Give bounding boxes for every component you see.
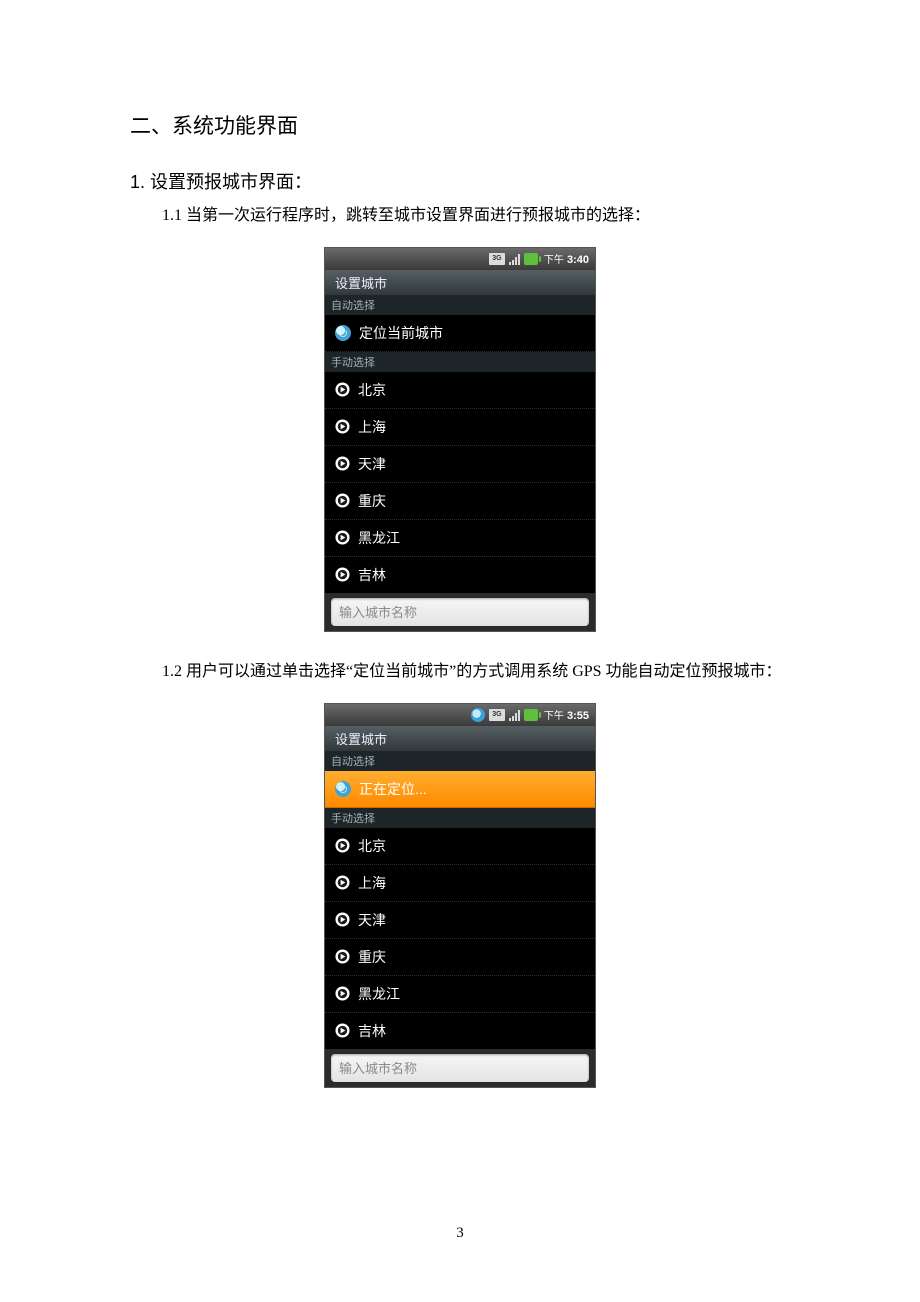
city-label: 重庆 <box>358 947 386 967</box>
paragraph-1-1: 1.1 当第一次运行程序时，跳转至城市设置界面进行预报城市的选择： <box>130 204 790 229</box>
chevron-right-icon <box>335 493 350 508</box>
city-item-heilongjiang[interactable]: 黑龙江 <box>325 976 595 1013</box>
status-bar: 3G 下午 3:55 <box>325 704 595 726</box>
phone-frame: 3G 下午 3:55 设置城市 自动选择 正在定位... 手动选择 <box>324 703 596 1088</box>
city-item-jilin[interactable]: 吉林 <box>325 557 595 593</box>
city-item-tianjin[interactable]: 天津 <box>325 446 595 483</box>
figure-1: 3G 下午 3:40 设置城市 自动选择 定位当前城市 手动选择 <box>130 247 790 632</box>
city-label: 吉林 <box>358 1021 386 1041</box>
gps-icon <box>335 325 351 341</box>
gps-icon <box>335 781 351 797</box>
chevron-right-icon <box>335 875 350 890</box>
signal-icon <box>509 709 520 721</box>
chevron-right-icon <box>335 382 350 397</box>
status-time: 下午 3:40 <box>544 251 589 266</box>
city-item-heilongjiang[interactable]: 黑龙江 <box>325 520 595 557</box>
manual-select-label: 手动选择 <box>325 808 595 828</box>
time-ampm: 下午 <box>544 255 564 266</box>
city-search-input[interactable]: 输入城市名称 <box>331 1054 589 1082</box>
city-list: 北京 上海 天津 重庆 <box>325 372 595 593</box>
city-item-chongqing[interactable]: 重庆 <box>325 483 595 520</box>
status-bar: 3G 下午 3:40 <box>325 248 595 270</box>
paragraph-1-2: 1.2 用户可以通过单击选择“定位当前城市”的方式调用系统 GPS 功能自动定位… <box>130 660 790 685</box>
time-value: 3:40 <box>567 254 589 266</box>
paragraph-1-2-text: 1.2 用户可以通过单击选择“定位当前城市”的方式调用系统 GPS 功能自动定位… <box>130 660 782 685</box>
network-3g-icon: 3G <box>489 253 505 265</box>
sub-heading-1-text: 1. 设置预报城市界面： <box>130 172 312 192</box>
page-number: 3 <box>0 1225 920 1242</box>
locating-label: 正在定位... <box>359 779 427 799</box>
chevron-right-icon <box>335 456 350 471</box>
city-label: 重庆 <box>358 491 386 511</box>
locating-row[interactable]: 正在定位... <box>325 771 595 808</box>
chevron-right-icon <box>335 949 350 964</box>
city-label: 天津 <box>358 454 386 474</box>
network-3g-icon: 3G <box>489 709 505 721</box>
city-label: 天津 <box>358 910 386 930</box>
section-heading: 二、系统功能界面 <box>130 110 790 140</box>
city-item-beijing[interactable]: 北京 <box>325 828 595 865</box>
auto-select-label: 自动选择 <box>325 295 595 315</box>
city-item-shanghai[interactable]: 上海 <box>325 865 595 902</box>
gps-status-icon <box>471 708 485 722</box>
manual-select-label: 手动选择 <box>325 352 595 372</box>
city-label: 上海 <box>358 417 386 437</box>
battery-icon <box>524 709 538 721</box>
signal-icon <box>509 253 520 265</box>
city-label: 北京 <box>358 836 386 856</box>
figure-2: 3G 下午 3:55 设置城市 自动选择 正在定位... 手动选择 <box>130 703 790 1088</box>
document-page: 二、系统功能界面 1. 设置预报城市界面： 1.1 当第一次运行程序时，跳转至城… <box>0 0 920 1302</box>
city-item-chongqing[interactable]: 重庆 <box>325 939 595 976</box>
chevron-right-icon <box>335 567 350 582</box>
screen-title: 设置城市 <box>325 726 595 751</box>
city-label: 吉林 <box>358 565 386 585</box>
chevron-right-icon <box>335 986 350 1001</box>
battery-icon <box>524 253 538 265</box>
chevron-right-icon <box>335 1023 350 1038</box>
city-search-input[interactable]: 输入城市名称 <box>331 598 589 626</box>
locate-current-city-row[interactable]: 定位当前城市 <box>325 315 595 352</box>
city-item-jilin[interactable]: 吉林 <box>325 1013 595 1049</box>
city-item-beijing[interactable]: 北京 <box>325 372 595 409</box>
chevron-right-icon <box>335 838 350 853</box>
city-label: 黑龙江 <box>358 984 400 1004</box>
search-bar: 输入城市名称 <box>325 1049 595 1087</box>
city-item-tianjin[interactable]: 天津 <box>325 902 595 939</box>
city-list: 北京 上海 天津 重庆 <box>325 828 595 1049</box>
sub-heading-1: 1. 设置预报城市界面： <box>130 168 790 194</box>
screen-title: 设置城市 <box>325 270 595 295</box>
city-label: 黑龙江 <box>358 528 400 548</box>
city-label: 上海 <box>358 873 386 893</box>
phone-frame: 3G 下午 3:40 设置城市 自动选择 定位当前城市 手动选择 <box>324 247 596 632</box>
chevron-right-icon <box>335 419 350 434</box>
search-bar: 输入城市名称 <box>325 593 595 631</box>
chevron-right-icon <box>335 912 350 927</box>
chevron-right-icon <box>335 530 350 545</box>
status-time: 下午 3:55 <box>544 707 589 722</box>
time-ampm: 下午 <box>544 711 564 722</box>
auto-select-label: 自动选择 <box>325 751 595 771</box>
locate-label: 定位当前城市 <box>359 323 443 343</box>
city-label: 北京 <box>358 380 386 400</box>
city-item-shanghai[interactable]: 上海 <box>325 409 595 446</box>
time-value: 3:55 <box>567 710 589 722</box>
